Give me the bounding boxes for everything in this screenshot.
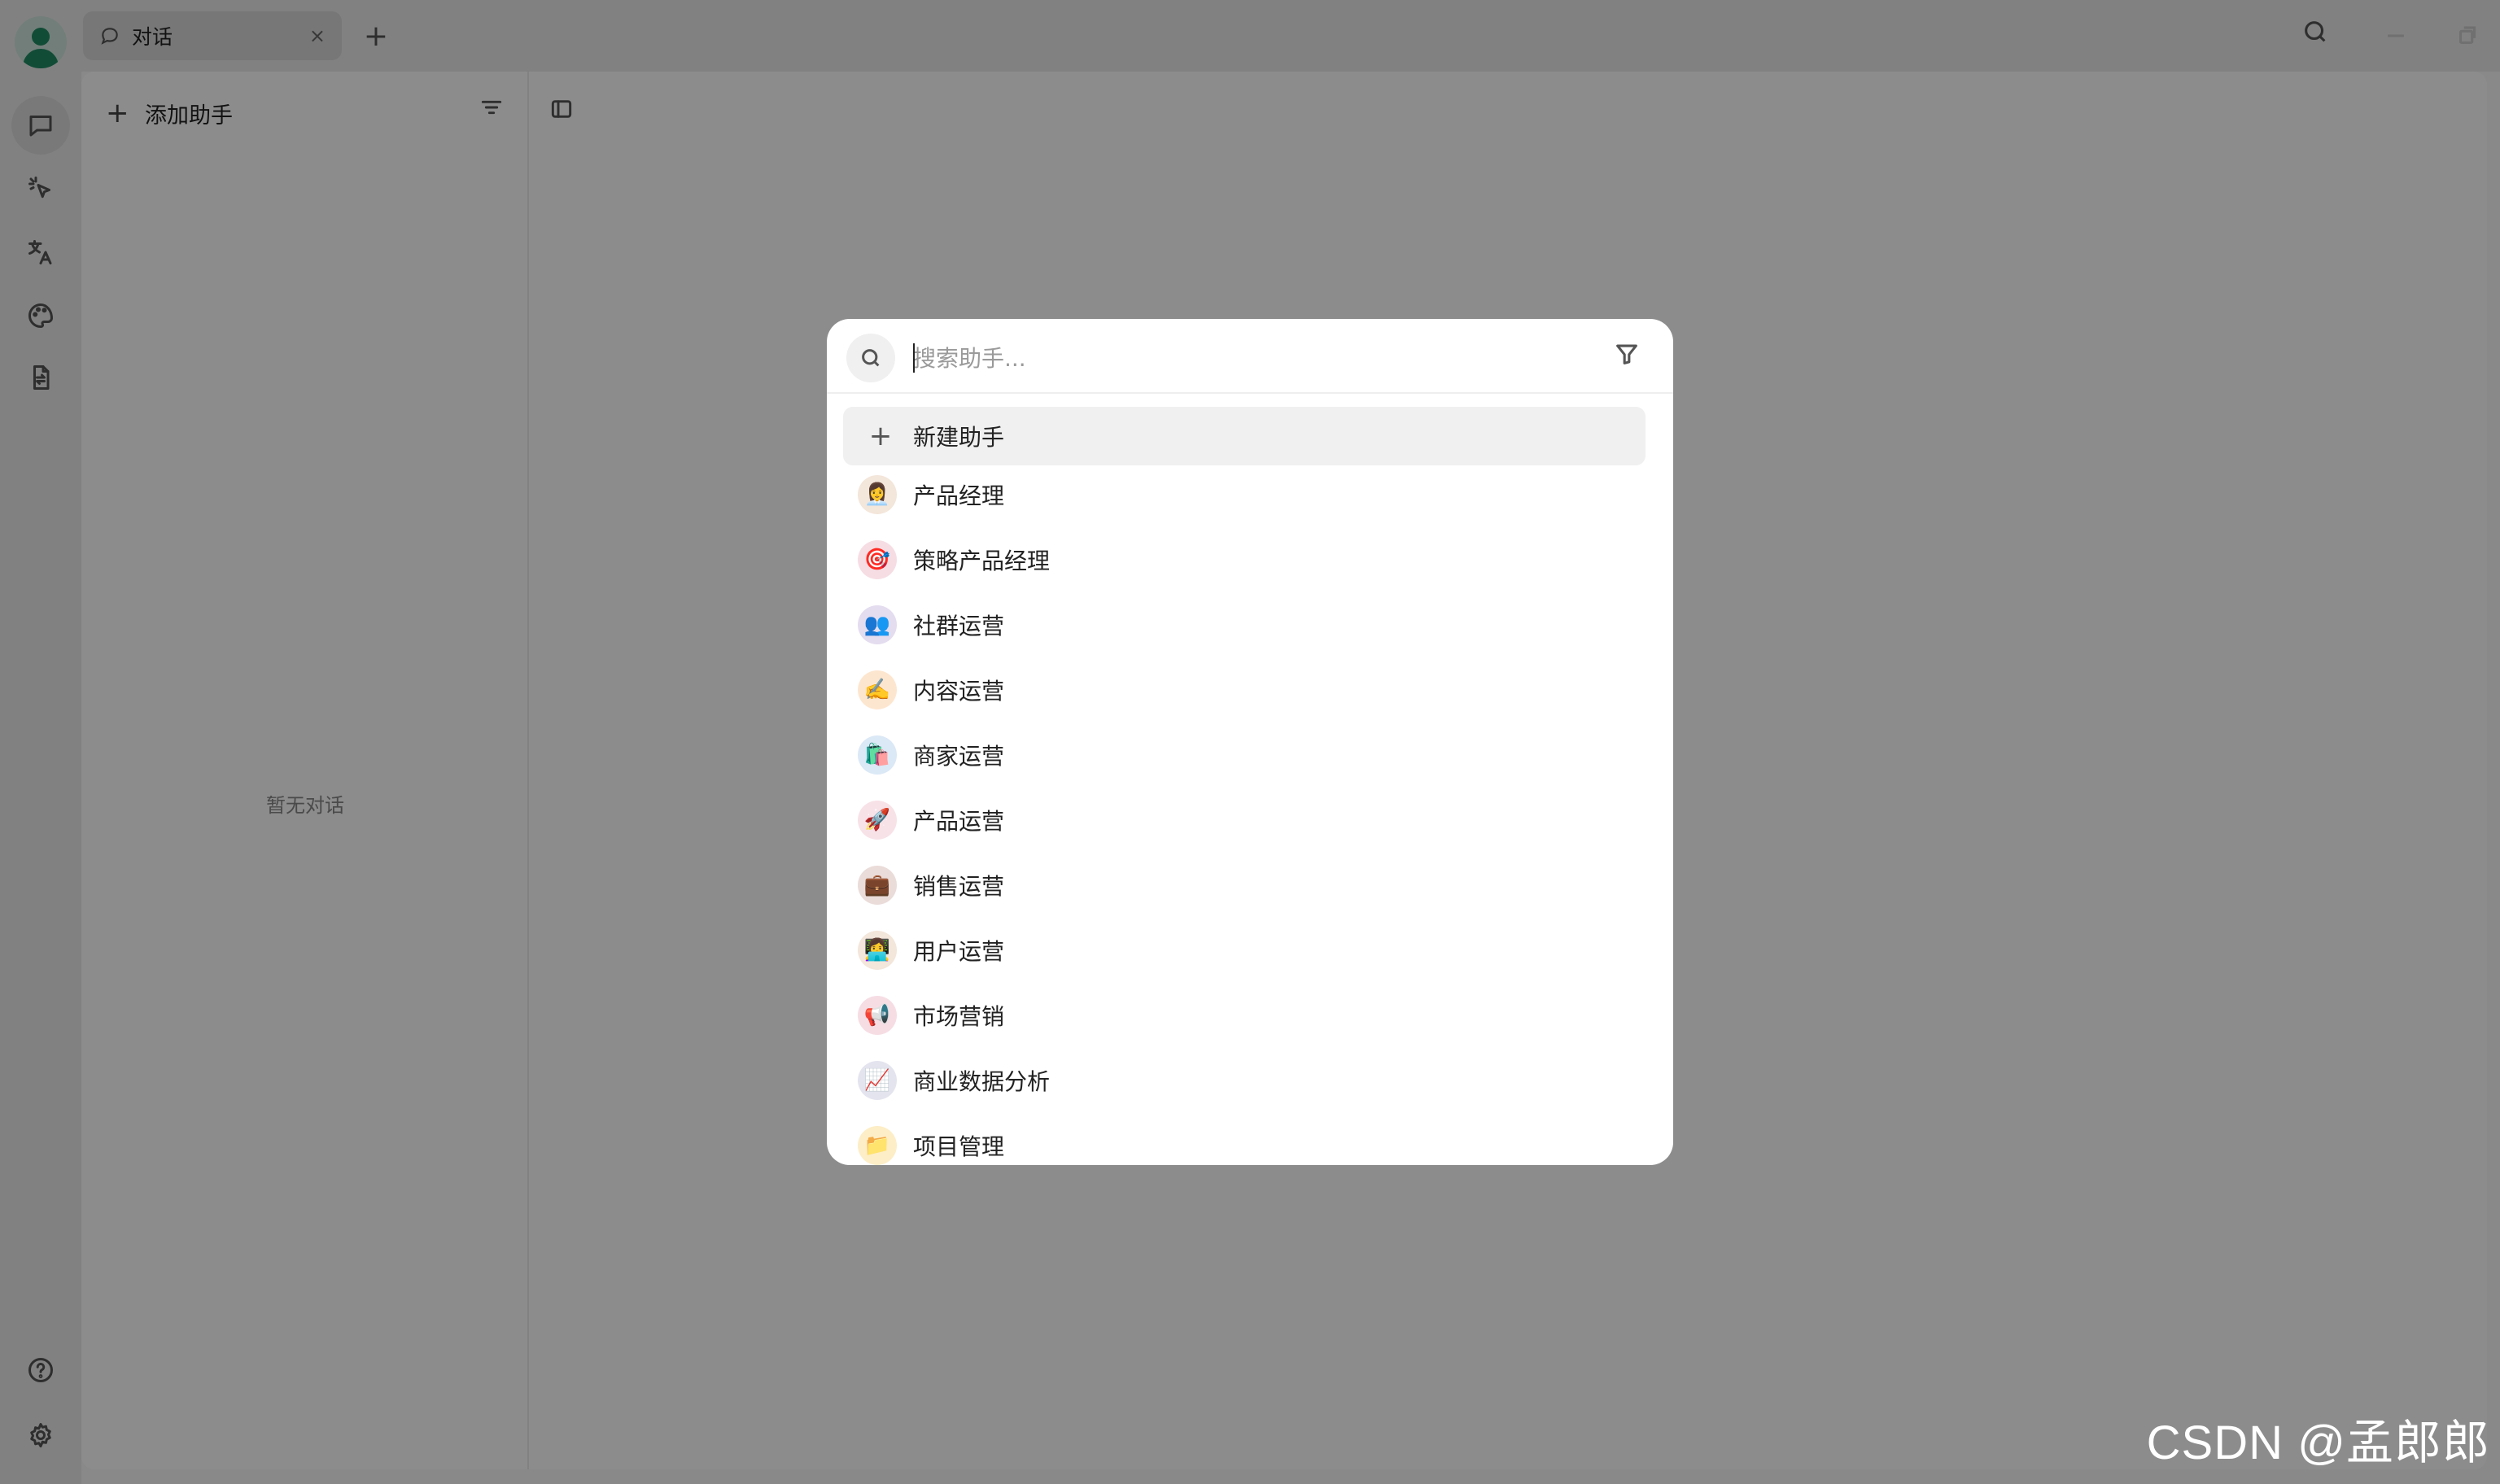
assistant-avatar-icon: 👥 [858,605,897,644]
assistant-label: 销售运营 [913,873,1005,900]
assistant-label: 策略产品经理 [913,548,1051,574]
assistant-list-item[interactable]: 👥 社群运营 [843,596,1646,654]
assistant-search-input[interactable] [913,335,1580,381]
assistant-avatar-icon: 💼 [858,866,897,905]
new-assistant-item[interactable]: + 新建助手 [843,407,1646,465]
assistant-avatar-icon: 👩‍💼 [858,475,897,514]
assistant-label: 商业数据分析 [913,1068,1051,1095]
modal-filter-button[interactable] [1613,340,1647,374]
assistant-list-item[interactable]: 📁 项目管理 [843,1116,1646,1165]
search-icon [862,349,880,367]
assistant-list-item[interactable]: 🎯 策略产品经理 [843,530,1646,589]
assistant-label: 产品运营 [913,808,1005,835]
assistant-list-item[interactable]: 👩‍💼 产品经理 [843,465,1646,524]
assistant-avatar-icon: 📁 [858,1126,897,1165]
assistant-avatar-icon: 📢 [858,996,897,1035]
assistant-picker-modal: + 新建助手 👩‍💼 产品经理 🎯 策略产品经理 👥 社群运营 ✍️ 内容运营 🛍️ 商家运营 🚀 产… [827,319,1673,1165]
funnel-icon [1616,344,1637,364]
assistant-list-item[interactable]: 📈 商业数据分析 [843,1051,1646,1110]
assistant-list-item[interactable]: 🛍️ 商家运营 [843,726,1646,784]
assistant-list-item[interactable]: 👩‍💻 用户运营 [843,921,1646,980]
app-window: 对话 × + + 添加助手 暂无对话 [0,0,2500,1484]
assistant-avatar-icon: 📈 [858,1061,897,1100]
assistant-avatar-icon: ✍️ [858,670,897,709]
assistant-label: 社群运营 [913,613,1005,639]
assistant-label: 市场营销 [913,1003,1005,1030]
plus-icon: + [868,420,893,452]
assistant-label: 内容运营 [913,678,1005,705]
new-assistant-label: 新建助手 [913,424,1005,451]
assistant-avatar-icon: 🛍️ [858,735,897,775]
assistant-label: 商家运营 [913,743,1005,770]
assistant-list-item[interactable]: 🚀 产品运营 [843,791,1646,849]
search-icon-badge [846,334,895,382]
assistant-label: 项目管理 [913,1133,1005,1160]
assistant-avatar-icon: 👩‍💻 [858,931,897,970]
assistant-avatar-icon: 🚀 [858,801,897,840]
watermark: CSDN @孟郎郎 [2146,1416,2490,1469]
assistant-list-item[interactable]: ✍️ 内容运营 [843,661,1646,719]
text-caret [913,343,915,373]
modal-search-bar [827,319,1673,394]
assistant-label: 用户运营 [913,938,1005,965]
assistant-label: 产品经理 [913,482,1005,509]
assistant-list-item[interactable]: 📢 市场营销 [843,986,1646,1045]
assistant-list-item[interactable]: 💼 销售运营 [843,856,1646,914]
assistant-avatar-icon: 🎯 [858,540,897,579]
